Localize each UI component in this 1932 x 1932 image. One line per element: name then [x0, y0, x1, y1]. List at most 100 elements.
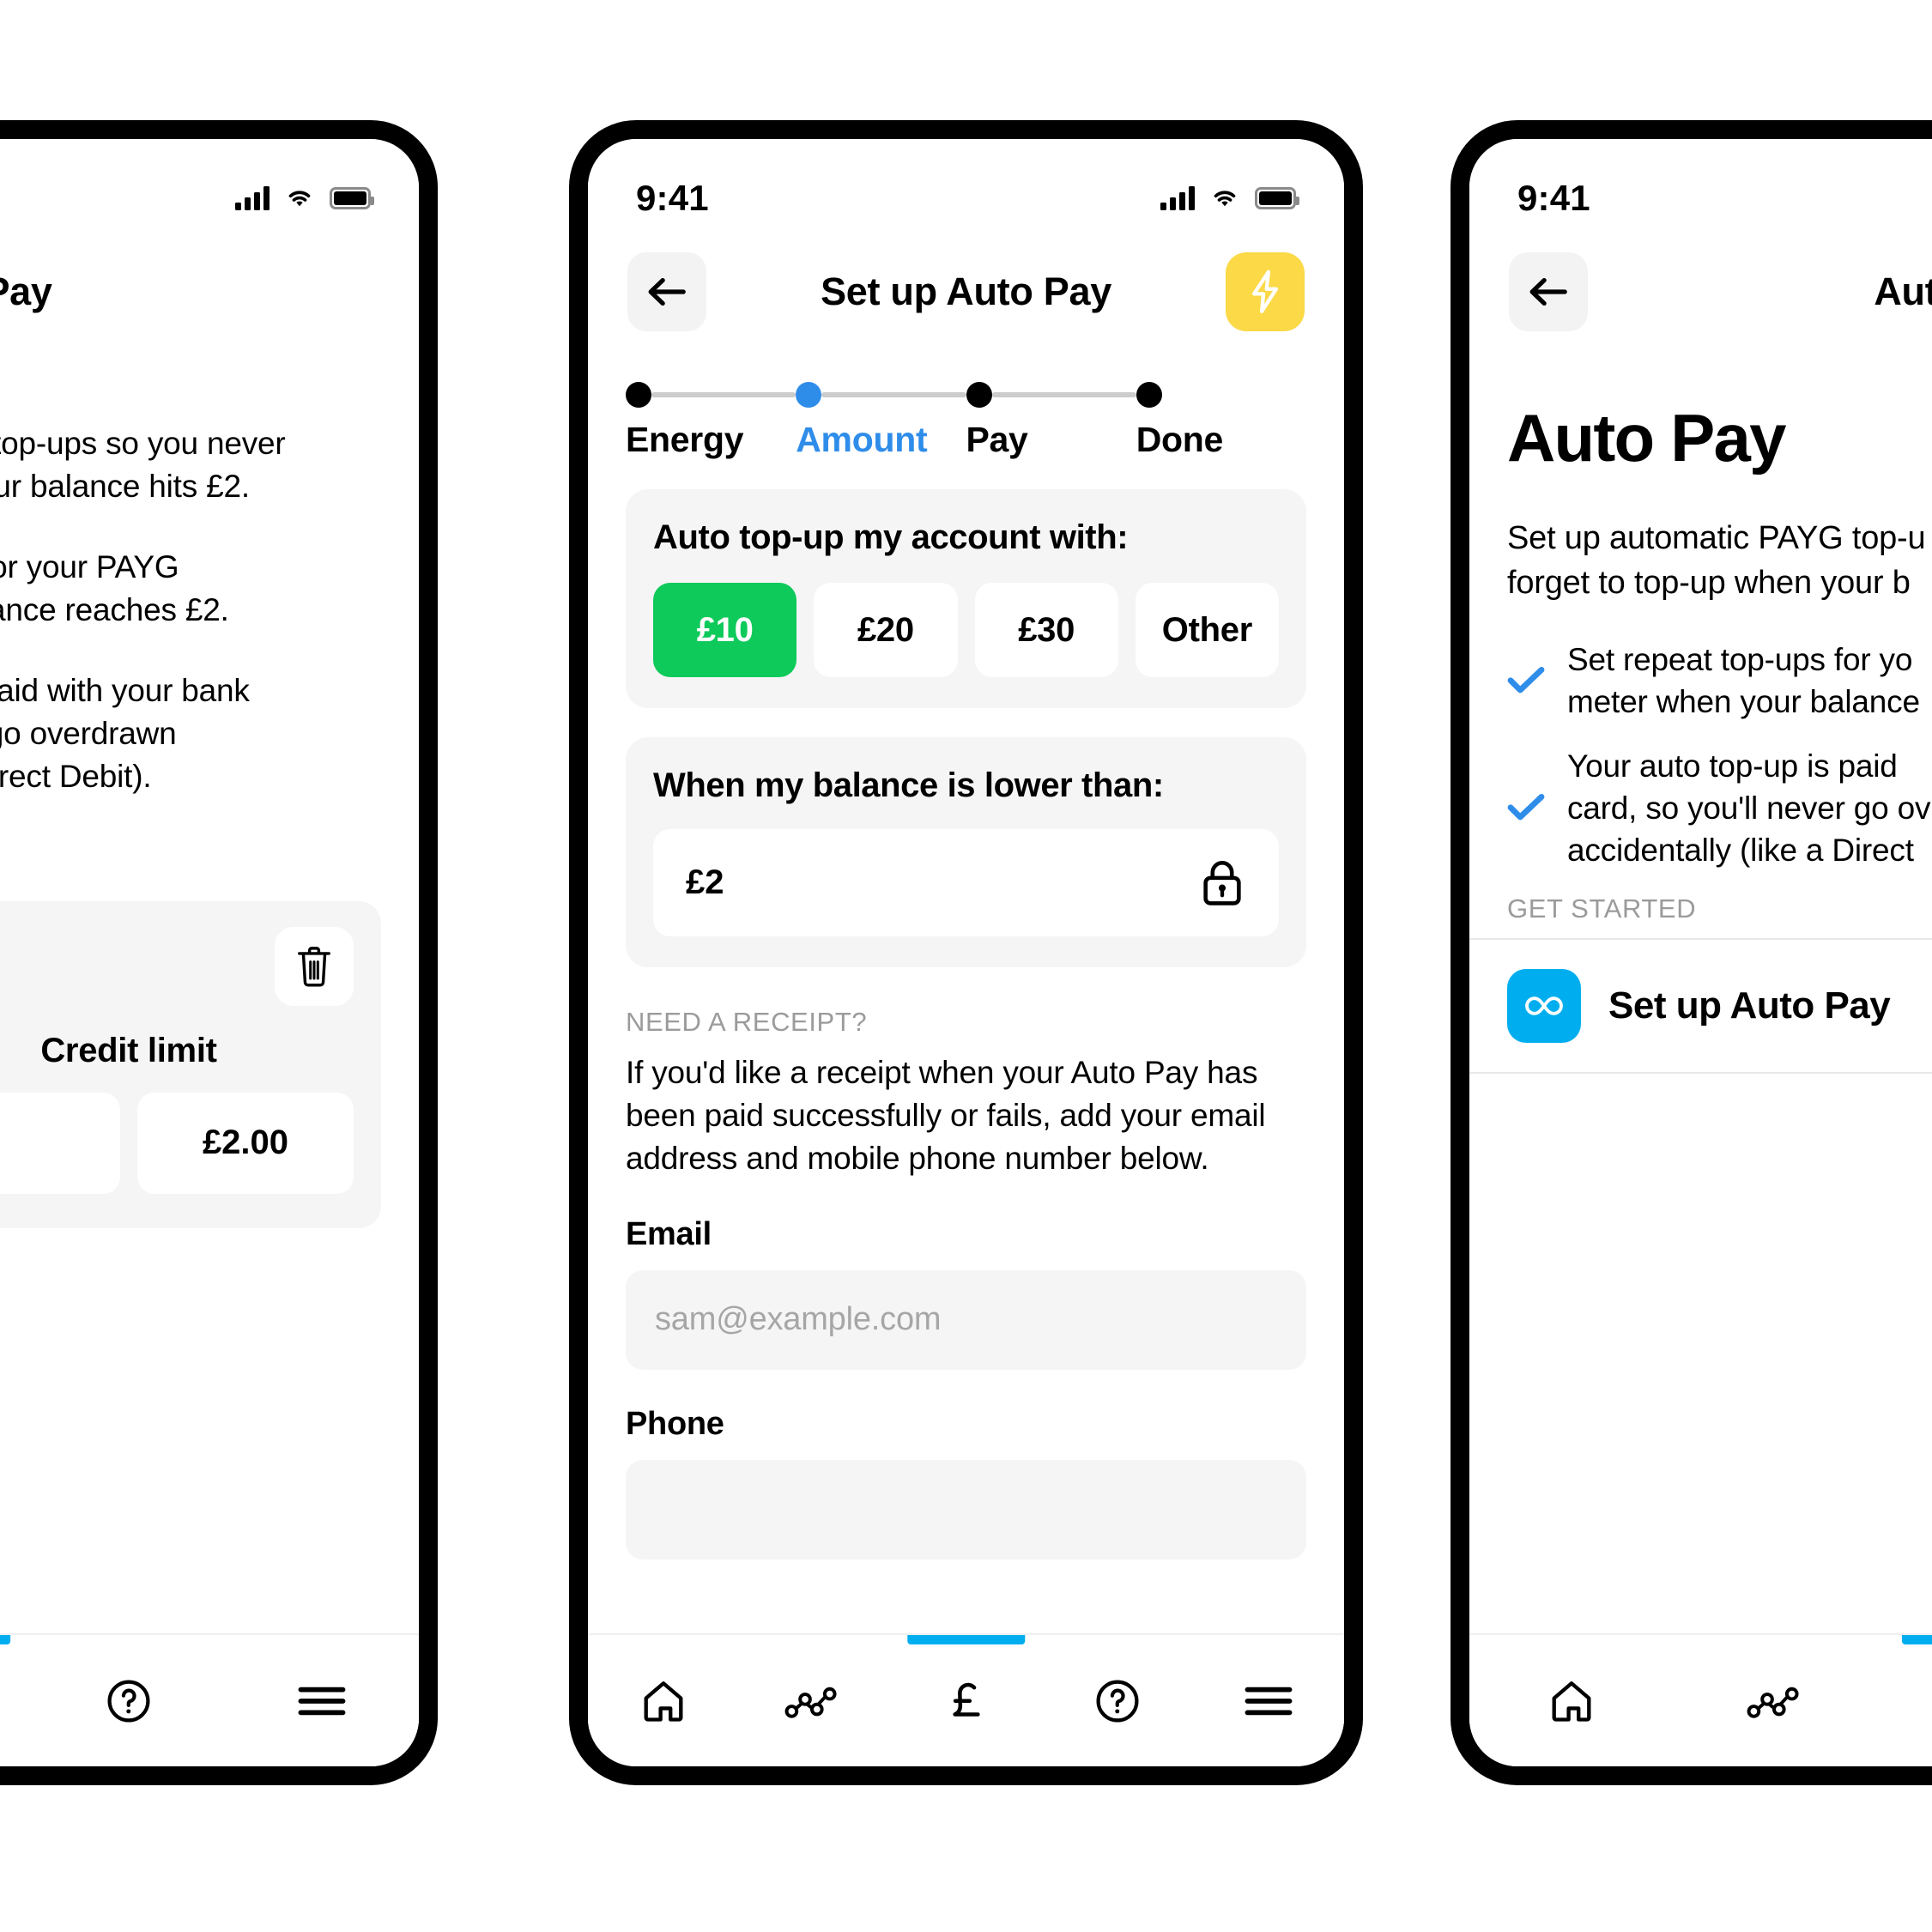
receipt-eyebrow: NEED A RECEIPT? [626, 1007, 868, 1037]
phone-left: x Auto Pay c PAYG top-ups so you never [0, 120, 438, 1785]
tab-pound-right[interactable] [1879, 1635, 1932, 1766]
benefits-list: Set repeat top-ups for yo meter when you… [1469, 639, 1932, 871]
step-energy[interactable]: Energy [626, 382, 796, 460]
tab-home-right[interactable] [1469, 1635, 1675, 1766]
home-icon [644, 1681, 683, 1722]
receipt-section: NEED A RECEIPT? If you'd like a receipt … [588, 1007, 1344, 1560]
active-tab-indicator [906, 1635, 1026, 1644]
tab-help-left[interactable] [32, 1635, 225, 1766]
delete-button[interactable] [275, 926, 354, 1006]
tab-usage-center[interactable] [739, 1635, 890, 1766]
usage-chart-icon [1747, 1687, 1799, 1718]
tab-pound-center[interactable] [890, 1635, 1041, 1766]
step-label: Done [1136, 420, 1224, 459]
amount-option-20[interactable]: £20 [814, 583, 958, 677]
phone-input[interactable] [655, 1491, 1277, 1529]
cellular-signal-icon [1160, 186, 1195, 210]
lightning-bolt-icon [1251, 270, 1279, 313]
page-title-right: Auto Pay [1874, 269, 1932, 313]
step-connector [991, 392, 1136, 397]
amount-option-other[interactable]: Other [1135, 583, 1279, 677]
back-button[interactable] [627, 251, 706, 331]
email-field-wrap[interactable] [626, 1269, 1306, 1370]
topup-amount-card: Auto top-up my account with: £10 £20 £30… [626, 489, 1306, 708]
credit-limit-label: Credit limit [40, 1031, 217, 1069]
back-button[interactable] [1509, 251, 1588, 331]
nav-bar-center: Set up Auto Pay [588, 233, 1344, 349]
right-content: Auto Pay Set up automatic PAYG top-u for… [1469, 349, 1932, 1766]
tab-usage-right[interactable] [1675, 1635, 1880, 1766]
menu-icon [298, 1687, 346, 1715]
step-label: Amount [796, 420, 928, 459]
benefit-text: Set repeat top-ups for yo meter when you… [1567, 642, 1920, 720]
amount-option-10[interactable]: £10 [653, 583, 797, 677]
benefit-item: Your auto top-up is paid card, so you'll… [1507, 746, 1932, 871]
amount-option-30[interactable]: £30 [974, 583, 1118, 677]
credit-limit-secondary-field[interactable] [0, 1092, 120, 1194]
tab-menu-center[interactable] [1193, 1635, 1344, 1766]
left-paragraph-2: op-ups for your PAYG your balance reache… [0, 548, 229, 627]
step-dot [1136, 382, 1162, 408]
nav-bar-left: Auto Pay [0, 233, 419, 349]
status-bar-right: 9:41 [1469, 139, 1932, 233]
amount-options: £10 £20 £30 Other [653, 583, 1279, 677]
intro-text: Set up automatic PAYG top-u forget to to… [1507, 520, 1926, 601]
credit-limit-value[interactable]: £2.00 [137, 1092, 354, 1194]
status-time: 9:41 [636, 178, 709, 218]
step-amount[interactable]: Amount [796, 382, 966, 460]
left-paragraph-3: p-up is paid with your bank ll never go … [0, 672, 250, 794]
cellular-signal-icon [235, 186, 270, 210]
arrow-left-icon [648, 277, 686, 306]
pound-icon [952, 1682, 980, 1717]
email-label: Email [626, 1215, 712, 1252]
benefit-item: Set repeat top-ups for yo meter when you… [1507, 639, 1932, 724]
progress-stepper: Energy Amount Pay Done [588, 382, 1344, 460]
step-connector [651, 392, 796, 397]
infinity-icon [1525, 996, 1563, 1016]
phone-label: Phone [626, 1405, 724, 1442]
boost-button[interactable] [1226, 251, 1305, 331]
tab-menu-left[interactable] [226, 1635, 419, 1766]
tab-bar-center [588, 1633, 1344, 1766]
tab-help-center[interactable] [1042, 1635, 1193, 1766]
set-up-auto-pay-label: Set up Auto Pay [1608, 984, 1891, 1027]
tab-home-center[interactable] [588, 1635, 739, 1766]
screenshot-canvas: x Auto Pay c PAYG top-ups so you never [0, 0, 1932, 1932]
help-icon [1096, 1679, 1139, 1723]
page-title-left: Auto Pay [0, 269, 52, 313]
tab-bar-left [0, 1633, 419, 1766]
trash-icon [298, 946, 330, 987]
status-time: 9:41 [1517, 178, 1590, 218]
step-done[interactable]: Done [1136, 382, 1306, 460]
get-started-eyebrow: GET STARTED [1507, 893, 1697, 924]
phone-right: 9:41 Auto Pay Auto Pay Set up automatic … [1451, 120, 1932, 1785]
step-dot [626, 382, 651, 408]
balance-threshold-title: When my balance is lower than: [653, 766, 1164, 804]
usage-chart-icon [784, 1687, 837, 1718]
help-icon [107, 1679, 150, 1723]
status-bar-left: x [0, 139, 419, 233]
balance-threshold-field: £2 [653, 829, 1279, 936]
nav-bar-right: Auto Pay [1469, 233, 1932, 349]
check-icon [1507, 666, 1545, 693]
step-dot [966, 382, 992, 408]
tab-pound-left[interactable] [0, 1635, 32, 1766]
step-connector [821, 392, 966, 397]
benefit-text: Your auto top-up is paid card, so you'll… [1567, 748, 1931, 868]
wifi-icon [1214, 191, 1236, 207]
page-heading: Auto Pay [1507, 400, 1786, 475]
step-pay[interactable]: Pay [966, 382, 1136, 460]
home-icon [1552, 1681, 1591, 1722]
status-indicators [1160, 186, 1299, 210]
balance-threshold-value: £2 [686, 863, 724, 901]
active-tab-indicator [1901, 1635, 1932, 1644]
set-up-auto-pay-row[interactable]: Set up Auto Pay [1469, 938, 1932, 1075]
infinity-icon-wrap [1507, 969, 1581, 1044]
email-input[interactable] [655, 1301, 1277, 1339]
arrow-left-icon [1529, 277, 1567, 306]
check-icon [1507, 793, 1545, 821]
menu-icon [1245, 1687, 1293, 1715]
wifi-icon [288, 191, 311, 207]
status-bar-center: 9:41 [588, 139, 1344, 233]
phone-field-wrap[interactable] [626, 1459, 1306, 1560]
